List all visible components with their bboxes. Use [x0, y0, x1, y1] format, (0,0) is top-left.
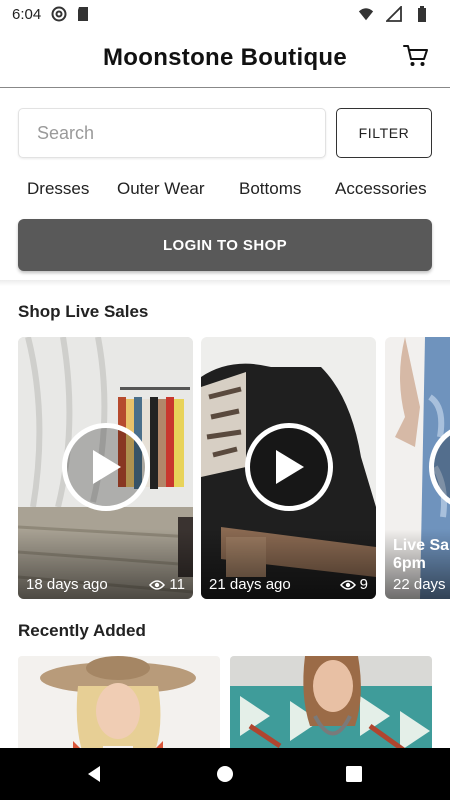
recently-added-grid [0, 656, 450, 748]
live-sale-date: 22 days [393, 576, 446, 593]
at-sign-icon [51, 6, 67, 22]
nav-bar [0, 748, 450, 800]
category-dresses[interactable]: Dresses [27, 179, 89, 199]
app-header: Moonstone Boutique [0, 28, 450, 88]
status-bar: 6:04 [0, 0, 450, 28]
live-sale-card[interactable]: Live Sa 6pm 22 days [385, 337, 450, 599]
product-card[interactable] [230, 656, 432, 748]
search-input[interactable] [18, 108, 326, 158]
play-icon[interactable] [62, 423, 150, 511]
live-sale-views: 11 [149, 576, 185, 593]
signal-icon [386, 6, 402, 22]
live-sale-date: 21 days ago [209, 576, 291, 593]
login-to-shop-button[interactable]: LOGIN TO SHOP [18, 219, 432, 271]
view-count: 11 [169, 576, 185, 593]
wifi-icon [358, 6, 374, 22]
status-time: 6:04 [12, 5, 42, 23]
live-sales-strip: 18 days ago 11 21 days ago 9 Live Sa 6pm… [0, 337, 450, 599]
recently-added-title: Recently Added [18, 621, 146, 640]
category-tabs: Dresses Outer Wear Bottoms Accessories [0, 175, 450, 203]
cart-icon[interactable] [402, 42, 430, 70]
live-sales-title: Shop Live Sales [18, 302, 149, 321]
sd-card-icon [75, 6, 91, 22]
section-divider [0, 280, 450, 286]
battery-icon [414, 6, 430, 22]
view-count: 9 [359, 576, 368, 593]
search-row: FILTER [18, 108, 432, 160]
screen: 6:04 Moonstone Boutique Search FILTER Dr… [0, 0, 450, 800]
live-sale-card[interactable]: 18 days ago 11 [18, 337, 193, 599]
product-card[interactable] [18, 656, 220, 748]
recents-icon[interactable] [342, 762, 366, 786]
filter-button[interactable]: FILTER [336, 108, 432, 158]
back-icon[interactable] [82, 762, 106, 786]
category-bottoms[interactable]: Bottoms [239, 179, 301, 199]
status-right [358, 6, 438, 22]
home-icon[interactable] [213, 762, 237, 786]
app-title: Moonstone Boutique [102, 43, 348, 71]
category-outer-wear[interactable]: Outer Wear [117, 179, 205, 199]
eye-icon [149, 579, 166, 590]
product-image [18, 656, 220, 748]
category-accessories[interactable]: Accessories [335, 179, 427, 199]
live-sale-overlay-text: Live Sa 6pm [393, 537, 450, 572]
live-sale-card[interactable]: 21 days ago 9 [201, 337, 376, 599]
live-sale-date: 18 days ago [26, 576, 108, 593]
product-image [230, 656, 432, 748]
play-icon[interactable] [245, 423, 333, 511]
live-sale-views: 9 [339, 576, 368, 593]
eye-icon [339, 579, 356, 590]
